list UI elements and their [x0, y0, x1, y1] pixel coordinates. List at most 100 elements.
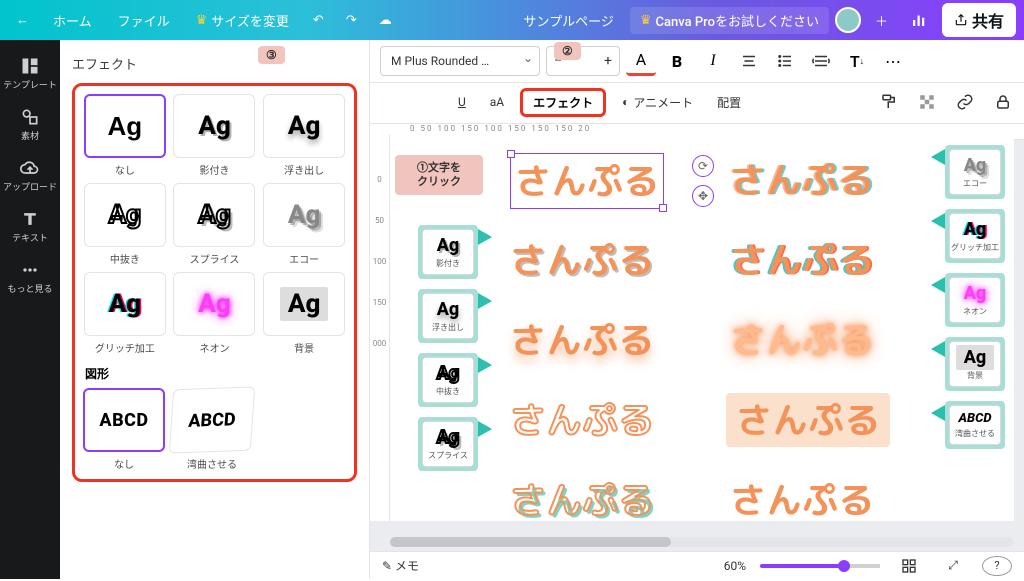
effect-label: 背景: [294, 340, 314, 355]
doc-title[interactable]: サンプルページ: [514, 7, 624, 34]
help-icon[interactable]: ?: [982, 556, 1012, 576]
home-button[interactable]: ホーム: [43, 7, 102, 34]
plus-icon[interactable]: +: [597, 53, 619, 69]
cloud-sync-icon[interactable]: ☁: [371, 9, 400, 32]
effect-none[interactable]: Agなし: [83, 94, 167, 177]
font-dropdown[interactable]: M Plus Rounded …: [380, 46, 540, 76]
nav-templates[interactable]: テンプレート: [0, 48, 60, 99]
nav-label: アップロード: [3, 180, 57, 193]
nav-elements[interactable]: 素材: [0, 99, 60, 150]
zoom-slider[interactable]: [760, 564, 880, 568]
effect-neon[interactable]: Agネオン: [173, 272, 257, 355]
shape-label: なし: [114, 456, 134, 471]
file-menu[interactable]: ファイル: [108, 7, 180, 34]
ruler-mark: 100: [373, 257, 387, 266]
rotate-handle-icon[interactable]: ⟳: [692, 155, 714, 177]
text-color-button[interactable]: A: [626, 46, 656, 76]
sample-text-lift[interactable]: さんぷる: [510, 313, 654, 367]
mini-card[interactable]: Ag背景: [945, 337, 1005, 391]
spacing-button[interactable]: [806, 46, 836, 76]
grid-view-icon[interactable]: [894, 551, 924, 581]
redo-icon[interactable]: ↷: [338, 9, 365, 32]
sample-text-neon[interactable]: さんぷる: [730, 313, 874, 367]
mini-col-right: Agエコー Agグリッチ加工 Agネオン Ag背景 ABCD湾曲させる: [942, 145, 1008, 449]
effect-echo[interactable]: Agエコー: [262, 183, 346, 266]
mini-card[interactable]: Ag浮き出し: [418, 289, 478, 343]
link-icon[interactable]: [950, 87, 980, 117]
bold-button[interactable]: B: [662, 46, 692, 76]
transparency-icon[interactable]: [912, 87, 942, 117]
vertical-text-button[interactable]: T↓: [842, 46, 872, 76]
italic-button[interactable]: I: [698, 46, 728, 76]
sample-text-glitch[interactable]: さんぷる: [730, 233, 874, 287]
horizontal-scrollbar[interactable]: [390, 537, 1014, 547]
insights-icon[interactable]: [902, 7, 936, 33]
sample-text-shadow[interactable]: さんぷる: [510, 233, 654, 287]
effect-splice[interactable]: Agスプライス: [173, 183, 257, 266]
mini-card[interactable]: ABCD湾曲させる: [945, 401, 1005, 449]
ruler-mark: 50: [375, 216, 384, 225]
more-button[interactable]: ⋯: [878, 46, 908, 76]
shape-none[interactable]: ABCDなし: [83, 388, 165, 471]
notes-button[interactable]: ✎ メモ: [382, 557, 419, 574]
mini-label: エコー: [963, 178, 987, 189]
sample-text-echo[interactable]: さんぷる: [730, 153, 874, 207]
sample-text-curve[interactable]: さんぷる: [730, 473, 874, 521]
annotation-step1: ①文字を クリック: [395, 155, 483, 195]
underline-button[interactable]: U: [450, 91, 474, 113]
effect-hollow[interactable]: Ag中抜き: [83, 183, 167, 266]
vertical-ruler: 0 50 100 150 000: [370, 135, 390, 521]
position-button[interactable]: 配置: [709, 90, 749, 115]
avatar[interactable]: [835, 7, 861, 33]
resize-button[interactable]: ♛サイズを変更: [186, 7, 299, 34]
add-member-icon[interactable]: ＋: [867, 7, 896, 34]
sample-text-background[interactable]: さんぷる: [726, 393, 890, 447]
effect-background[interactable]: Ag背景: [262, 272, 346, 355]
mini-card[interactable]: Agスプライス: [418, 417, 478, 471]
effects-button[interactable]: エフェクト: [520, 88, 606, 117]
nav-label: もっと見る: [7, 282, 52, 295]
mini-label: 背景: [967, 370, 983, 381]
effect-label: ネオン: [199, 340, 229, 355]
pro-cta-label: Canva Proをお試しください: [656, 11, 819, 30]
mini-card[interactable]: Ag影付き: [418, 225, 478, 279]
mini-card[interactable]: Ag中抜き: [418, 353, 478, 407]
text-toolbar-row2: U aA エフェクト ◐ アニメート 配置: [370, 83, 1024, 124]
mini-label: 影付き: [436, 258, 460, 269]
animate-button[interactable]: ◐ アニメート: [614, 90, 701, 115]
nav-more[interactable]: もっと見る: [0, 252, 60, 303]
sample-text-splice[interactable]: さんぷる: [510, 473, 654, 521]
align-button[interactable]: [734, 46, 764, 76]
share-button[interactable]: 共有: [942, 3, 1016, 37]
effect-shadow[interactable]: Ag影付き: [173, 94, 257, 177]
crown-icon: ♛: [196, 13, 208, 28]
undo-icon[interactable]: ↶: [305, 9, 332, 32]
list-button[interactable]: [770, 46, 800, 76]
mini-label: 浮き出し: [432, 322, 464, 333]
animate-icon: ◐: [622, 95, 629, 109]
effect-lift[interactable]: Ag浮き出し: [262, 94, 346, 177]
mini-card[interactable]: Agネオン: [945, 273, 1005, 327]
text-toolbar: M Plus Rounded … −+ A B I T↓ ⋯: [370, 40, 1024, 83]
case-button[interactable]: aA: [482, 91, 512, 113]
ruler-mark: 0: [377, 175, 382, 184]
paint-format-icon[interactable]: [874, 87, 904, 117]
mini-card[interactable]: Agグリッチ加工: [945, 209, 1005, 263]
nav-text[interactable]: テキスト: [0, 201, 60, 252]
sample-text-selected[interactable]: さんぷる: [510, 153, 664, 209]
ruler-mark: 150: [373, 298, 387, 307]
lock-icon[interactable]: [988, 87, 1018, 117]
pro-cta[interactable]: ♛Canva Proをお試しください: [630, 7, 829, 34]
effect-glitch[interactable]: Agグリッチ加工: [83, 272, 167, 355]
nav-upload[interactable]: アップロード: [0, 150, 60, 201]
move-handle-icon[interactable]: ✥: [692, 185, 714, 207]
canvas[interactable]: ①文字を クリック ⟳ ✥ さんぷる さんぷる さんぷる さんぷる さんぷる さ…: [390, 135, 1014, 521]
sample-text-hollow[interactable]: さんぷる: [510, 393, 654, 447]
shape-curve[interactable]: ABCD湾曲させる: [171, 388, 253, 471]
nav-label: テンプレート: [3, 78, 57, 91]
shapes-row: ABCDなし ABCD湾曲させる: [83, 388, 346, 471]
animate-label: アニメート: [633, 94, 693, 111]
mini-card[interactable]: Agエコー: [945, 145, 1005, 199]
back-icon[interactable]: ←: [8, 8, 37, 32]
fullscreen-icon[interactable]: ⤢: [938, 551, 968, 581]
